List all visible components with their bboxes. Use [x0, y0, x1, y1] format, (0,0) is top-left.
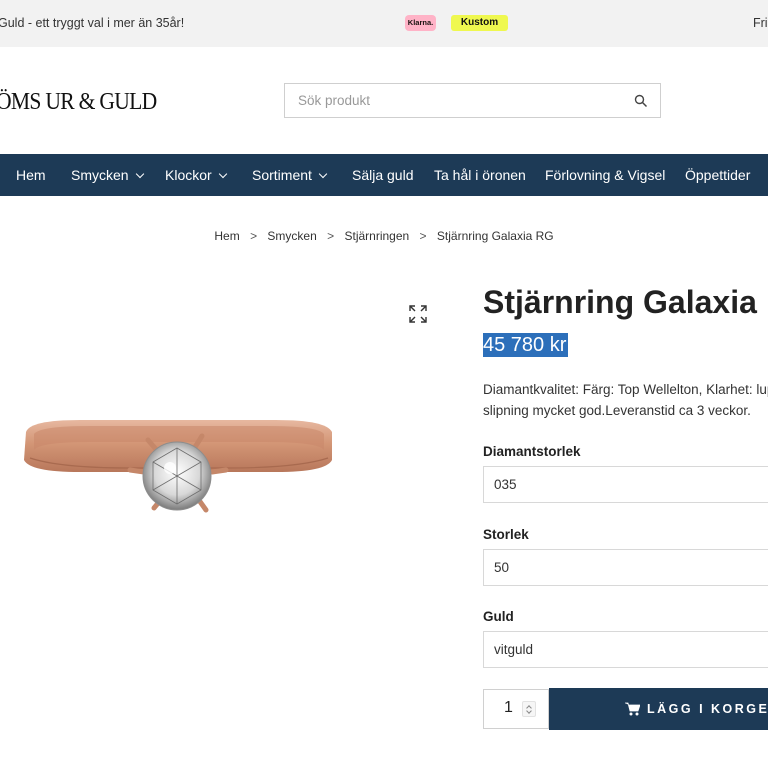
breadcrumb-separator: >	[250, 229, 258, 243]
diamond-size-select[interactable]: 035	[483, 466, 768, 503]
product-description: Diamantkvalitet: Färg: Top Wellelton, Kl…	[483, 379, 768, 421]
nav-item-label: Klockor	[165, 167, 212, 183]
nav-item-label: Hem	[16, 167, 46, 183]
quantity-value[interactable]: 1	[504, 699, 513, 717]
gold-select[interactable]: vitguld	[483, 631, 768, 668]
search-input[interactable]	[285, 84, 615, 117]
nav-item-hem[interactable]: Hem	[16, 154, 46, 196]
nav-item-oppettider[interactable]: Öppettider	[685, 154, 750, 196]
klarna-logo: Klarna.	[405, 15, 436, 31]
top-announcement-bar: Guld - ett tryggt val i mer än 35år! Kla…	[0, 0, 768, 47]
nav-item-salja-guld[interactable]: Sälja guld	[352, 154, 414, 196]
chevron-down-icon	[135, 169, 144, 179]
expand-icon[interactable]	[409, 305, 427, 323]
product-price: 45 780 kr	[483, 333, 569, 357]
breadcrumb-link-stjarnringen[interactable]: Stjärnringen	[344, 229, 409, 243]
main-navigation: Hem Smycken Klockor Sortiment Sälja guld…	[0, 154, 768, 196]
arrow-down-icon[interactable]	[526, 708, 532, 714]
breadcrumb-link-smycken[interactable]: Smycken	[267, 229, 316, 243]
announcement-text: Guld - ett tryggt val i mer än 35år!	[0, 16, 185, 30]
nav-item-sortiment[interactable]: Sortiment	[252, 154, 328, 196]
site-logo[interactable]: ÖMS UR & GULD	[0, 89, 157, 116]
nav-item-klockor[interactable]: Klockor	[165, 154, 227, 196]
diamond-size-label: Diamantstorlek	[483, 444, 581, 459]
breadcrumb-current: Stjärnring Galaxia RG	[436, 229, 554, 243]
nav-item-label: Öppettider	[685, 167, 751, 183]
quantity-spinner[interactable]	[522, 701, 536, 717]
size-select[interactable]: 50	[483, 549, 768, 586]
chevron-down-icon	[318, 169, 328, 179]
quantity-stepper[interactable]: 1	[483, 689, 549, 729]
search-box	[284, 83, 661, 118]
nav-item-label: Sälja guld	[352, 167, 414, 183]
nav-item-ta-hal-i-oronen[interactable]: Ta hål i öronen	[434, 154, 526, 196]
gold-label: Guld	[483, 609, 514, 624]
topbar-right-text[interactable]: Fri	[753, 16, 768, 30]
product-image-ring[interactable]	[20, 410, 336, 526]
description-line: slipning mycket god.Leveranstid ca 3 vec…	[483, 403, 751, 418]
product-title: Stjärnring Galaxia	[483, 284, 757, 320]
cart-icon	[625, 702, 640, 716]
description-line: Diamantkvalitet: Färg: Top Wellelton, Kl…	[483, 382, 768, 397]
nav-item-forlovning-vigsel[interactable]: Förlovning & Vigsel	[545, 154, 665, 196]
breadcrumb: Hem > Smycken > Stjärnringen > Stjärnrin…	[0, 229, 768, 243]
breadcrumb-link-hem[interactable]: Hem	[214, 229, 239, 243]
breadcrumb-separator: >	[327, 229, 335, 243]
nav-item-label: Sortiment	[252, 167, 312, 183]
nav-item-smycken[interactable]: Smycken	[71, 154, 144, 196]
nav-item-label: Smycken	[71, 167, 129, 183]
breadcrumb-separator: >	[419, 229, 427, 243]
search-icon[interactable]	[634, 94, 648, 108]
kustom-logo: Kustom	[451, 15, 508, 31]
nav-item-label: Förlovning & Vigsel	[545, 167, 666, 183]
chevron-down-icon	[218, 169, 227, 179]
add-to-cart-label: LÄGG I KORGEN	[647, 702, 768, 716]
size-label: Storlek	[483, 527, 529, 542]
add-to-cart-button[interactable]: LÄGG I KORGEN	[549, 688, 768, 730]
nav-item-label: Ta hål i öronen	[434, 167, 526, 183]
